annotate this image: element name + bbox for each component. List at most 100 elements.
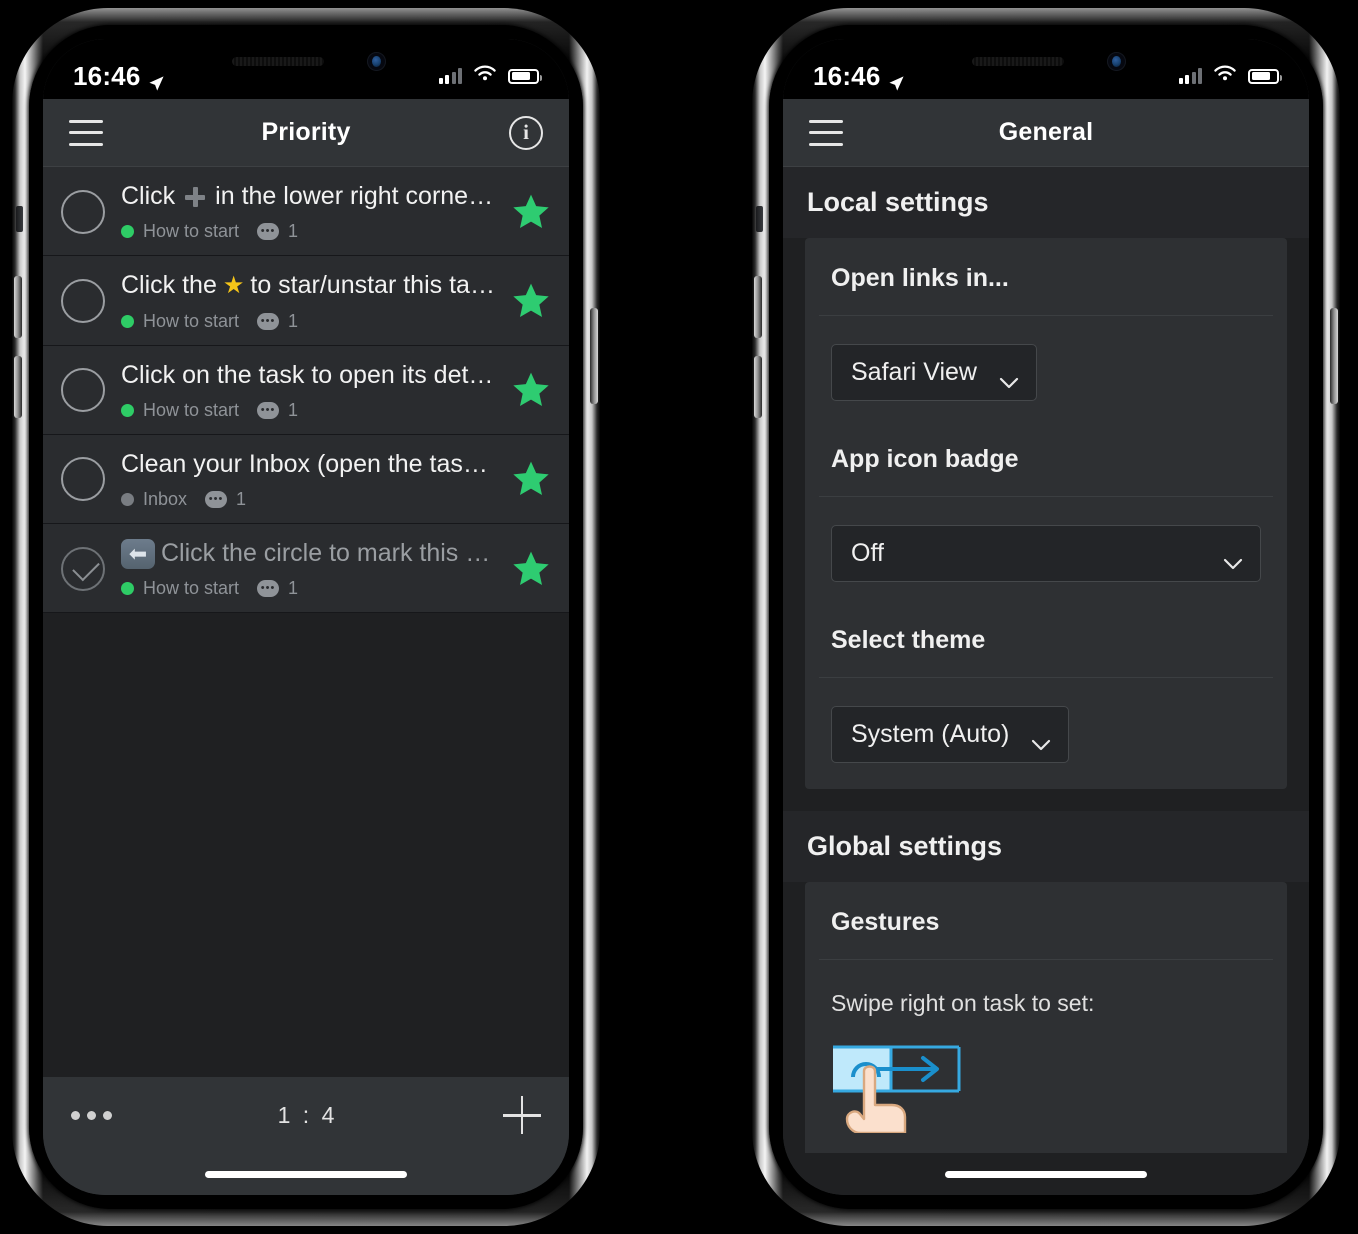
cellular-bars-icon — [1178, 68, 1202, 84]
earpiece-speaker — [232, 57, 324, 66]
left-arrow-badge-icon: ⬅ — [121, 538, 155, 569]
comment-icon — [205, 491, 228, 508]
info-icon[interactable]: i — [509, 115, 543, 150]
gesture-note: Swipe right on task to set: — [831, 990, 1095, 1016]
app-icon-badge-value: Off — [851, 539, 884, 567]
status-bar-time: 16:46 — [813, 60, 881, 91]
task-title-text: in the lower right corner t... — [215, 182, 495, 210]
task-row[interactable]: Click in the lower right corner t... How… — [43, 167, 569, 257]
page-title: Priority — [261, 118, 351, 146]
swipe-right-hand-icon — [831, 1043, 1287, 1138]
task-complete-circle[interactable] — [61, 368, 105, 413]
list-color-dot — [121, 493, 134, 506]
setting-label-app-icon-badge: App icon badge — [831, 445, 1019, 473]
task-title: ⬅ Click the circle to mark this tas... — [121, 538, 495, 569]
task-list-name: How to start — [143, 399, 240, 420]
task-meta: How to start 1 — [121, 578, 495, 599]
home-indicator-area — [43, 1153, 569, 1195]
status-bar-time: 16:46 — [73, 60, 141, 91]
star-emoji-icon: ★ — [222, 271, 245, 299]
select-theme-dropdown[interactable]: System (Auto) — [831, 706, 1070, 763]
settings-card-gestures: Gestures Swipe right on task to set: — [805, 882, 1287, 1153]
battery-icon — [1248, 68, 1282, 84]
earpiece-speaker — [972, 57, 1064, 66]
home-indicator[interactable] — [205, 1170, 407, 1178]
navigation-bar-left: Priority i — [43, 99, 569, 167]
task-complete-circle[interactable] — [61, 189, 105, 234]
wifi-icon — [473, 65, 497, 88]
app-icon-badge-dropdown[interactable]: Off — [831, 525, 1261, 582]
comment-count: 1 — [288, 221, 299, 242]
comment-count: 1 — [288, 399, 299, 420]
task-title: Clean your Inbox (open the task fo... — [121, 449, 495, 480]
phone-right: 16:46 General Local settings Open links … — [752, 8, 1340, 1226]
setting-label-select-theme: Select theme — [831, 626, 986, 654]
star-icon[interactable] — [511, 192, 551, 232]
hamburger-menu-icon[interactable] — [69, 119, 103, 146]
mute-switch[interactable] — [756, 206, 763, 232]
comment-icon — [257, 223, 280, 241]
mute-switch[interactable] — [16, 206, 23, 232]
power-button[interactable] — [1330, 308, 1338, 404]
task-title-text: to star/unstar this tas... — [250, 271, 495, 300]
task-title-text: Click the circle to mark this tas... — [161, 539, 495, 567]
front-camera-icon — [1107, 52, 1126, 71]
info-icon-glyph: i — [523, 120, 529, 144]
task-row[interactable]: Click the ★ to star/unstar this tas... H… — [43, 256, 569, 346]
settings-scroll-area[interactable]: Local settings Open links in... Safari V… — [783, 167, 1309, 1153]
home-indicator[interactable] — [945, 1170, 1147, 1178]
phone-left: 16:46 Priority i Click in the lower righ… — [12, 8, 600, 1226]
status-bar-time-group: 16:46 — [73, 61, 165, 92]
star-icon[interactable] — [511, 549, 551, 589]
chevron-down-icon — [999, 367, 1019, 388]
star-icon[interactable] — [511, 459, 551, 499]
comment-count: 1 — [288, 578, 299, 599]
task-complete-circle[interactable] — [61, 278, 105, 323]
volume-down-button[interactable] — [14, 356, 22, 418]
task-meta: How to start 1 — [121, 221, 495, 242]
home-indicator-area — [783, 1153, 1309, 1195]
task-row[interactable]: Click on the task to open its details...… — [43, 345, 569, 435]
page-title: General — [998, 118, 1094, 146]
task-title-prefix: Click — [121, 182, 176, 210]
location-arrow-icon — [888, 68, 905, 91]
settings-card-local: Open links in... Safari View App icon ba… — [805, 238, 1287, 789]
chevron-down-icon — [1031, 729, 1051, 750]
task-complete-circle-checked[interactable] — [61, 546, 105, 591]
volume-up-button[interactable] — [14, 276, 22, 338]
add-task-button[interactable] — [502, 1096, 541, 1134]
status-bar-time-group: 16:46 — [813, 61, 905, 92]
bottom-toolbar: 1 : 4 — [43, 1077, 569, 1153]
phone-screen-right: 16:46 General Local settings Open links … — [783, 39, 1309, 1195]
task-row-completed[interactable]: ⬅ Click the circle to mark this tas... H… — [43, 524, 569, 614]
section-header-local-settings: Local settings — [783, 167, 1309, 238]
open-links-dropdown[interactable]: Safari View — [831, 344, 1037, 401]
select-theme-value: System (Auto) — [851, 720, 1010, 748]
notch — [930, 39, 1162, 85]
star-icon[interactable] — [511, 370, 551, 410]
task-title-text: Click on the task to open its details... — [121, 360, 495, 389]
task-title: Click the ★ to star/unstar this tas... — [121, 270, 495, 301]
list-color-dot — [121, 403, 134, 417]
volume-up-button[interactable] — [754, 276, 762, 338]
divider — [819, 315, 1273, 316]
more-dots-icon[interactable] — [71, 1110, 112, 1120]
task-title-prefix: Click the — [121, 271, 217, 300]
power-button[interactable] — [590, 308, 598, 404]
battery-icon — [508, 68, 542, 84]
plus-icon — [184, 186, 206, 208]
task-meta: How to start 1 — [121, 400, 495, 421]
task-row[interactable]: Clean your Inbox (open the task fo... In… — [43, 434, 569, 524]
location-arrow-icon — [148, 68, 165, 91]
star-icon[interactable] — [511, 281, 551, 321]
volume-down-button[interactable] — [754, 356, 762, 418]
hamburger-menu-icon[interactable] — [809, 119, 843, 146]
task-list: Click in the lower right corner t... How… — [43, 167, 569, 1077]
task-complete-circle[interactable] — [61, 457, 105, 502]
phone-screen-left: 16:46 Priority i Click in the lower righ… — [43, 39, 569, 1195]
wifi-icon — [1213, 65, 1237, 88]
task-counter: 1 : 4 — [277, 1101, 338, 1128]
comment-icon — [257, 580, 280, 598]
cellular-bars-icon — [438, 68, 462, 84]
task-title-text: Clean your Inbox (open the task fo... — [121, 449, 495, 478]
